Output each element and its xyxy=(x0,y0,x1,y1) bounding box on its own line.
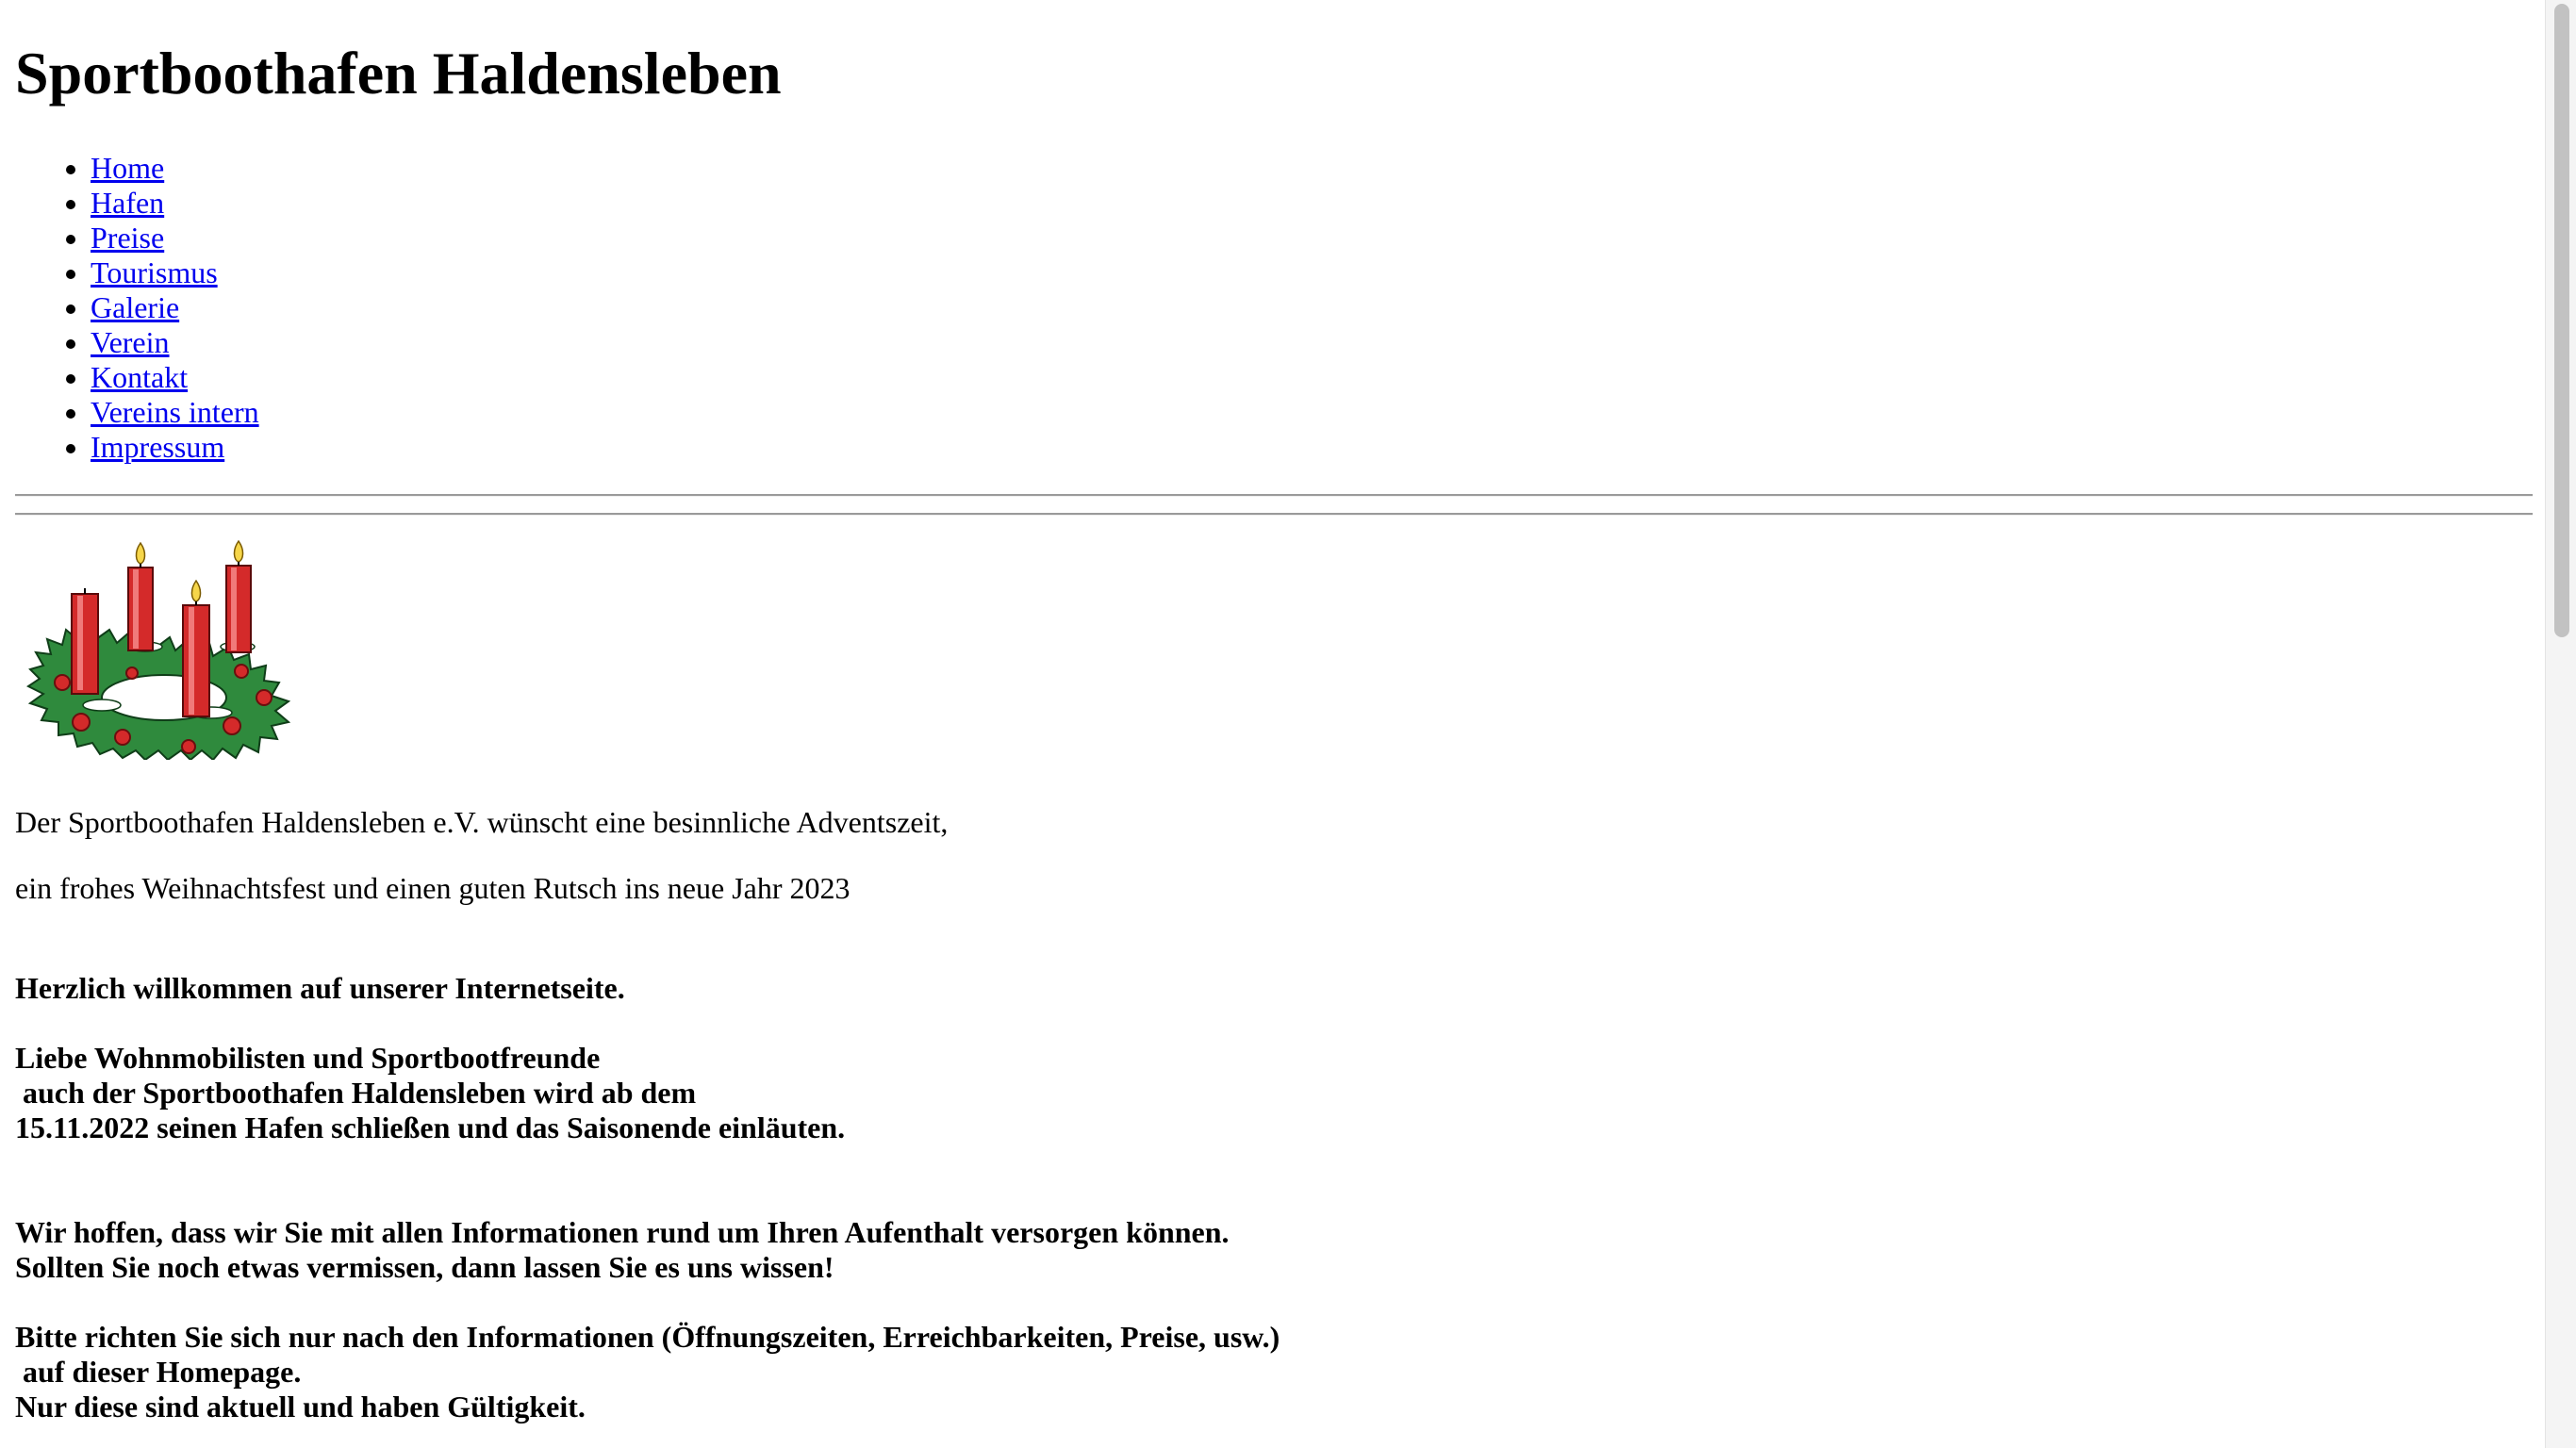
candle-2 xyxy=(127,567,154,651)
scrollbar-thumb[interactable] xyxy=(2554,4,2569,637)
nav-link-home[interactable]: Home xyxy=(91,151,164,185)
divider-bottom xyxy=(15,513,2533,516)
info-line-2: Sollten Sie noch etwas vermissen, dann l… xyxy=(15,1250,834,1284)
flame-1 xyxy=(135,541,146,565)
nav-item-verein: Verein xyxy=(91,325,259,360)
hint-line-2: auf dieser Homepage. xyxy=(15,1355,302,1389)
nav-item-hafen: Hafen xyxy=(91,186,259,221)
page-title: Sportboothafen Haldensleben xyxy=(15,40,782,107)
info-line-1: Wir hoffen, dass wir Sie mit allen Infor… xyxy=(15,1215,1230,1249)
welcome-heading: Herzlich willkommen auf unserer Internet… xyxy=(15,971,625,1005)
flame-3 xyxy=(190,579,202,602)
advent-wreath-image xyxy=(26,539,291,760)
nav-item-vereins-intern: Vereins intern xyxy=(91,395,259,430)
nav-item-preise: Preise xyxy=(91,221,259,255)
nav-item-impressum: Impressum xyxy=(91,430,259,465)
nav-link-tourismus[interactable]: Tourismus xyxy=(91,255,218,289)
greeting-line-2: ein frohes Weihnachtsfest und einen gute… xyxy=(15,871,850,905)
notice-line-1: Liebe Wohnmobilisten und Sportbootfreund… xyxy=(15,1041,601,1075)
nav-link-preise[interactable]: Preise xyxy=(91,221,164,255)
nav-link-galerie[interactable]: Galerie xyxy=(91,290,179,324)
candle-3 xyxy=(182,604,210,717)
nav-item-galerie: Galerie xyxy=(91,290,259,325)
flame-2 xyxy=(233,539,244,563)
nav-item-tourismus: Tourismus xyxy=(91,255,259,290)
nav-item-home: Home xyxy=(91,151,259,186)
notice-line-3: 15.11.2022 seinen Hafen schließen und da… xyxy=(15,1111,846,1144)
main-navigation: Home Hafen Preise Tourismus Galerie Vere… xyxy=(15,151,259,465)
nav-link-vereins-intern[interactable]: Vereins intern xyxy=(91,395,259,429)
greeting-line-1: Der Sportboothafen Haldensleben e.V. wün… xyxy=(15,805,949,839)
nav-link-hafen[interactable]: Hafen xyxy=(91,186,164,220)
nav-item-kontakt: Kontakt xyxy=(91,360,259,395)
hint-line-3: Nur diese sind aktuell und haben Gültigk… xyxy=(15,1390,586,1423)
nav-link-kontakt[interactable]: Kontakt xyxy=(91,360,188,394)
nav-link-impressum[interactable]: Impressum xyxy=(91,430,224,464)
vertical-scrollbar[interactable] xyxy=(2545,0,2576,1448)
candle-1 xyxy=(71,593,99,695)
candle-4 xyxy=(225,565,252,653)
hint-line-1: Bitte richten Sie sich nur nach den Info… xyxy=(15,1320,1280,1354)
notice-line-2: auch der Sportboothafen Haldensleben wir… xyxy=(15,1076,697,1110)
nav-link-verein[interactable]: Verein xyxy=(91,325,170,359)
divider-top xyxy=(15,494,2533,497)
